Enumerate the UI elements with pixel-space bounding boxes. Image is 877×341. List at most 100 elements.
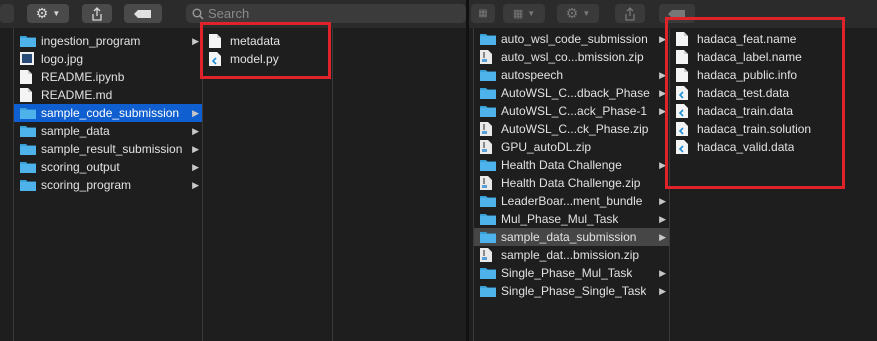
folder-icon: [480, 266, 496, 280]
chevron-down-icon: ▼: [582, 9, 591, 18]
share-button[interactable]: [615, 4, 645, 23]
chevron-right-icon: ▶: [192, 36, 199, 46]
folder-item[interactable]: Health Data Challenge ▶: [474, 156, 669, 174]
folder-icon: [20, 160, 36, 174]
folder-item[interactable]: AutoWSL_C...ack_Phase-1 ▶: [474, 102, 669, 120]
chevron-down-icon: ▼: [527, 9, 536, 18]
chevron-right-icon: ▶: [192, 144, 199, 154]
folder-icon: [20, 142, 36, 156]
zip-file-icon: [480, 122, 496, 136]
chevron-right-icon: ▶: [659, 232, 666, 242]
item-label: LeaderBoar...ment_bundle: [501, 194, 643, 208]
chevron-right-icon: ▶: [659, 268, 666, 278]
search-field[interactable]: Search: [186, 4, 466, 23]
file-item[interactable]: README.md: [14, 86, 202, 104]
item-label: Health Data Challenge.zip: [501, 176, 641, 190]
item-label: logo.jpg: [41, 52, 84, 66]
action-menu-button[interactable]: ⚙ ▼: [557, 4, 599, 23]
item-label: GPU_autoDL.zip: [501, 140, 592, 154]
item-label: sample_code_submission: [41, 106, 180, 120]
item-label: sample_result_submission: [41, 142, 183, 156]
folder-item[interactable]: Mul_Phase_Mul_Task ▶: [474, 210, 669, 228]
folder-icon: [480, 68, 496, 82]
chevron-right-icon: ▶: [659, 196, 666, 206]
chevron-right-icon: ▶: [659, 286, 666, 296]
folder-item[interactable]: AutoWSL_C...dback_Phase ▶: [474, 84, 669, 102]
grid-icon: ▦: [478, 8, 488, 19]
highlight-box-data-files: [665, 17, 845, 189]
folder-item[interactable]: ingestion_program ▶: [14, 32, 202, 50]
view-icons-button[interactable]: ▦: [471, 4, 495, 23]
gear-icon: ⚙: [565, 5, 579, 21]
share-icon: [625, 6, 635, 21]
grid-icon: ▦: [512, 8, 524, 20]
item-label: README.md: [41, 88, 113, 102]
search-placeholder: Search: [208, 6, 250, 21]
folder-icon: [480, 104, 496, 118]
view-mode-button[interactable]: [0, 4, 14, 23]
action-menu-button[interactable]: ⚙ ▼: [27, 4, 69, 23]
folder-item[interactable]: autospeech ▶: [474, 66, 669, 84]
folder-item[interactable]: scoring_program ▶: [14, 176, 202, 194]
search-icon: [192, 8, 204, 20]
item-label: Single_Phase_Mul_Task: [501, 266, 633, 280]
item-label: sample_dat...bmission.zip: [501, 248, 640, 262]
file-item[interactable]: GPU_autoDL.zip: [474, 138, 669, 156]
chevron-right-icon: ▶: [192, 126, 199, 136]
folder-icon: [480, 86, 496, 100]
file-item[interactable]: auto_wsl_co...bmission.zip: [474, 48, 669, 66]
folder-icon: [20, 34, 36, 48]
folder-item[interactable]: sample_data_submission ▶: [474, 228, 669, 246]
file-item[interactable]: AutoWSL_C...ck_Phase.zip: [474, 120, 669, 138]
file-item[interactable]: sample_dat...bmission.zip: [474, 246, 669, 264]
folder-item[interactable]: scoring_output ▶: [14, 158, 202, 176]
folder-icon: [480, 32, 496, 46]
item-label: Health Data Challenge: [501, 158, 622, 172]
item-label: autospeech: [501, 68, 564, 82]
item-label: sample_data: [41, 124, 110, 138]
item-label: Single_Phase_Single_Task: [501, 284, 647, 298]
folder-icon: [480, 194, 496, 208]
document-icon: [20, 88, 36, 102]
tags-button[interactable]: [124, 4, 162, 23]
column-empty: [333, 28, 466, 341]
item-label: README.ipynb: [41, 70, 125, 84]
document-icon: [20, 70, 36, 84]
zip-file-icon: [480, 50, 496, 64]
folder-item[interactable]: Single_Phase_Single_Task ▶: [474, 282, 669, 300]
column-edge: [0, 28, 14, 341]
folder-item[interactable]: auto_wsl_code_submission ▶: [474, 30, 669, 48]
folder-icon: [20, 124, 36, 138]
share-button[interactable]: [82, 4, 112, 23]
item-label: AutoWSL_C...ck_Phase.zip: [501, 122, 649, 136]
zip-file-icon: [480, 140, 496, 154]
folder-icon: [480, 230, 496, 244]
folder-icon: [20, 106, 36, 120]
zip-file-icon: [480, 176, 496, 190]
item-label: scoring_output: [41, 160, 120, 174]
chevron-right-icon: ▶: [659, 214, 666, 224]
item-label: auto_wsl_code_submission: [501, 32, 648, 46]
folder-item[interactable]: LeaderBoar...ment_bundle ▶: [474, 192, 669, 210]
item-label: scoring_program: [41, 178, 132, 192]
folder-item[interactable]: sample_data ▶: [14, 122, 202, 140]
folder-icon: [480, 284, 496, 298]
file-item[interactable]: Health Data Challenge.zip: [474, 174, 669, 192]
chevron-right-icon: ▶: [192, 108, 199, 118]
folder-item[interactable]: sample_result_submission ▶: [14, 140, 202, 158]
highlight-box-model-files: [200, 22, 331, 79]
folder-item[interactable]: sample_code_submission ▶: [14, 104, 202, 122]
item-label: auto_wsl_co...bmission.zip: [501, 50, 644, 64]
tag-icon: [134, 9, 151, 18]
item-label: ingestion_program: [41, 34, 141, 48]
file-item[interactable]: logo.jpg: [14, 50, 202, 68]
gear-icon: ⚙: [35, 5, 49, 21]
file-item[interactable]: README.ipynb: [14, 68, 202, 86]
folder-icon: [20, 178, 36, 192]
share-icon: [92, 6, 102, 21]
view-group-button[interactable]: ▦ ▼: [503, 4, 545, 23]
chevron-right-icon: ▶: [192, 180, 199, 190]
folder-item[interactable]: Single_Phase_Mul_Task ▶: [474, 264, 669, 282]
folder-icon: [480, 158, 496, 172]
item-label: AutoWSL_C...ack_Phase-1: [501, 104, 648, 118]
